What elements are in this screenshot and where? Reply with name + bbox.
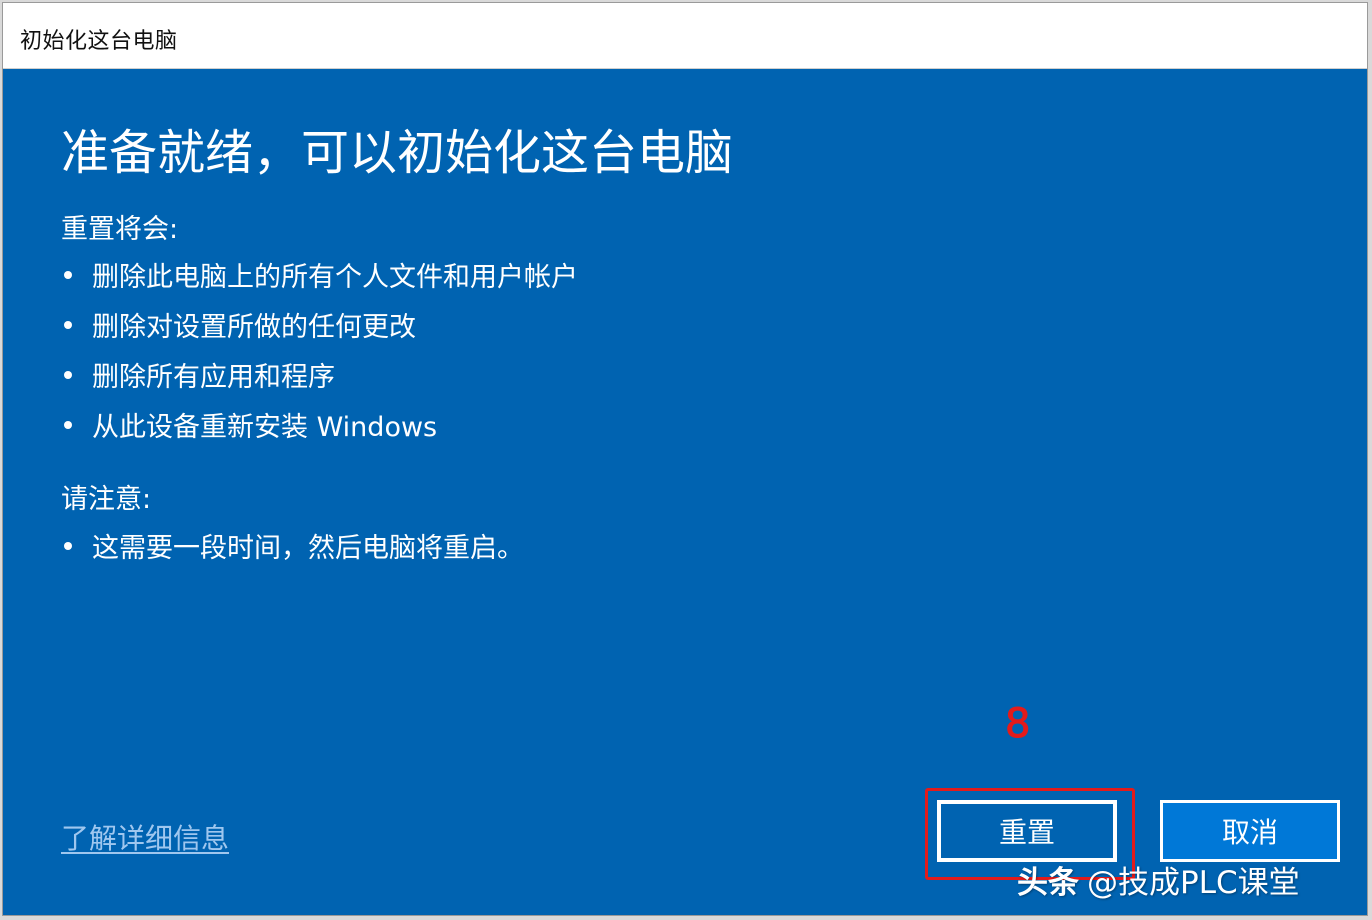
- list-item: 这需要一段时间，然后电脑将重启。: [61, 526, 524, 565]
- list-item: 删除对设置所做的任何更改: [61, 305, 416, 344]
- bullet-icon: [64, 541, 72, 550]
- list-item-text: 删除所有应用和程序: [92, 362, 335, 393]
- window-title: 初始化这台电脑: [20, 29, 178, 54]
- list-item: 删除此电脑上的所有个人文件和用户帐户: [61, 255, 578, 294]
- dialog-content: 准备就绪，可以初始化这台电脑 重置将会: 删除此电脑上的所有个人文件和用户帐户 …: [3, 69, 1367, 915]
- bullet-icon: [64, 320, 72, 329]
- title-bar[interactable]: 初始化这台电脑: [3, 3, 1367, 69]
- list-item-text: 这需要一段时间，然后电脑将重启。: [92, 533, 524, 564]
- watermark-handle: @技成PLC课堂: [1087, 865, 1300, 901]
- list-item-text: 删除对设置所做的任何更改: [92, 312, 416, 343]
- list-item-text: 删除此电脑上的所有个人文件和用户帐户: [92, 262, 578, 293]
- list-item: 删除所有应用和程序: [61, 355, 335, 394]
- watermark-brand: 头条: [1017, 865, 1079, 901]
- reset-pc-dialog: 初始化这台电脑 准备就绪，可以初始化这台电脑 重置将会: 删除此电脑上的所有个人…: [2, 2, 1368, 916]
- learn-more-link[interactable]: 了解详细信息: [61, 817, 229, 857]
- reset-section-label: 重置将会:: [61, 214, 179, 245]
- watermark: 头条 @技成PLC课堂: [1017, 857, 1300, 902]
- step-annotation-number: 8: [1004, 701, 1031, 748]
- note-section-label: 请注意:: [61, 484, 152, 515]
- page-title: 准备就绪，可以初始化这台电脑: [61, 125, 734, 181]
- bullet-icon: [64, 270, 72, 279]
- list-item-text: 从此设备重新安装 Windows: [92, 412, 438, 443]
- cancel-button[interactable]: 取消: [1160, 800, 1340, 862]
- list-item: 从此设备重新安装 Windows: [61, 405, 437, 444]
- bullet-icon: [64, 420, 72, 429]
- bullet-icon: [64, 370, 72, 379]
- reset-button[interactable]: 重置: [937, 800, 1117, 862]
